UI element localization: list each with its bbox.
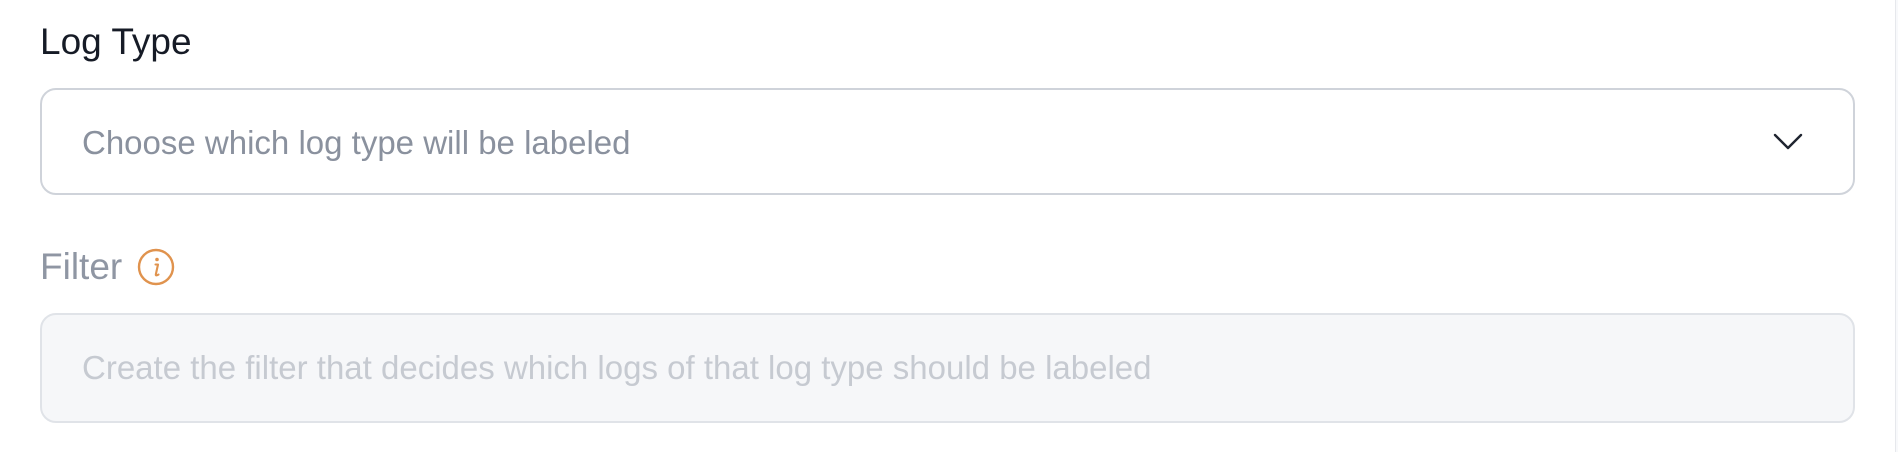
form-panel: Log Type Choose which log type will be l…	[0, 0, 1896, 452]
log-type-select-placeholder: Choose which log type will be labeled	[82, 124, 631, 161]
info-icon[interactable]	[137, 248, 175, 286]
log-type-label: Log Type	[40, 21, 192, 62]
filter-label-row: Filter	[40, 245, 175, 289]
chevron-down-icon[interactable]	[1773, 128, 1803, 154]
filter-input[interactable]	[40, 313, 1855, 423]
filter-label: Filter	[40, 246, 123, 287]
log-type-select[interactable]: Choose which log type will be labeled	[40, 88, 1855, 195]
